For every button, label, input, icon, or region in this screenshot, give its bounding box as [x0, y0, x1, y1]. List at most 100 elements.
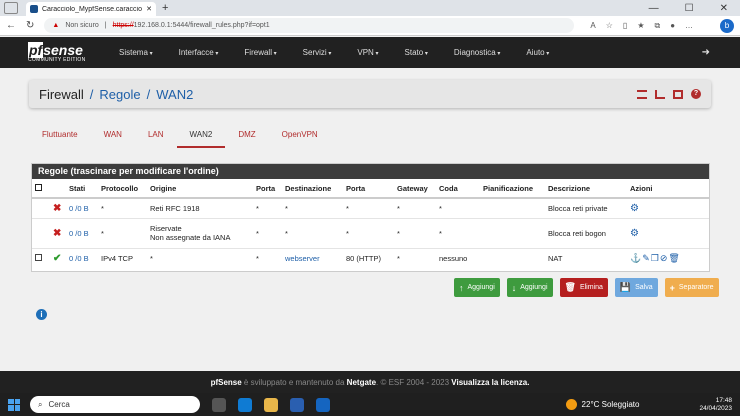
menu-interfacce[interactable]: Interfacce	[166, 48, 232, 57]
col-porta-dst[interactable]: Porta	[343, 179, 394, 199]
gear-icon[interactable]: ⚙	[630, 228, 639, 239]
close-window-icon[interactable]: ✕	[720, 3, 728, 14]
col-descrizione[interactable]: Descrizione	[545, 179, 627, 199]
cell-queue: nessuno	[436, 247, 480, 268]
split-icon[interactable]: ▯	[623, 21, 627, 31]
col-porta-src[interactable]: Porta	[253, 179, 282, 199]
tab-openvpn[interactable]: OpenVPN	[269, 126, 331, 148]
sun-icon	[565, 399, 577, 410]
pass-check-icon[interactable]: ✔	[53, 253, 61, 264]
panel-title: Regole (trascinare per modificare l'ordi…	[32, 164, 709, 179]
menu-sistema[interactable]: Sistema	[106, 48, 166, 57]
help-icon[interactable]: ?	[691, 89, 701, 99]
cell-description: Blocca reti bogon	[545, 217, 627, 248]
separator-button[interactable]: + Separatore	[664, 278, 719, 297]
weather-widget[interactable]: 22°C Soleggiato	[565, 399, 639, 410]
col-azioni: Azioni	[627, 179, 709, 199]
cell-dest: *	[282, 217, 343, 248]
add-top-button[interactable]: ↑ Aggiungi	[454, 278, 500, 297]
url-field[interactable]: ▲ Non sicuro | https://192.168.0.1:5444/…	[44, 18, 575, 33]
collections-icon[interactable]: ⧉	[654, 21, 660, 31]
menu-diagnostica[interactable]: Diagnostica	[441, 48, 514, 57]
log-table-icon[interactable]	[673, 89, 683, 99]
browser-tab[interactable]: Caracciolo_MypfSense.caraccio... ✕	[26, 2, 156, 16]
read-aloud-icon[interactable]: A	[590, 21, 595, 31]
more-icon[interactable]: …	[685, 21, 693, 31]
table-row[interactable]: ✖ 0 /0 B * Riservate Non assegnate da IAN…	[32, 217, 709, 248]
col-pianificazione[interactable]: Pianificazione	[480, 179, 545, 199]
menu-stato[interactable]: Stato	[392, 48, 441, 57]
info-icon[interactable]: i	[36, 309, 47, 320]
delete-button[interactable]: 🗑 Elimina	[559, 278, 608, 297]
favorite-icon[interactable]: ☆	[606, 21, 613, 31]
col-protocollo[interactable]: Protocollo	[98, 179, 147, 199]
favorites-icon[interactable]: ★	[637, 21, 644, 31]
cell-states[interactable]: 0 /0 B	[66, 247, 98, 268]
close-tab-icon[interactable]: ✕	[146, 5, 152, 13]
col-destinazione[interactable]: Destinazione	[282, 179, 343, 199]
taskbar-search[interactable]: ⌕ Cerca	[30, 396, 200, 413]
taskbar-clock[interactable]: 17:48 24/04/2023	[699, 397, 732, 413]
footer-netgate-link[interactable]: Netgate	[347, 378, 376, 387]
gear-icon[interactable]: ⚙	[630, 203, 639, 214]
logout-icon[interactable]: ➜	[702, 47, 710, 58]
url-path: 192.168.0.1:5444/firewall_rules.php?if=o…	[133, 22, 270, 29]
tab-wan[interactable]: WAN	[91, 126, 135, 148]
store-icon[interactable]	[290, 397, 304, 412]
menu-vpn[interactable]: VPN	[344, 48, 391, 57]
cell-states[interactable]: 0 /0 B	[66, 217, 98, 248]
tab-wan2[interactable]: WAN2	[176, 126, 226, 148]
profile-icon[interactable]: ●	[670, 21, 675, 31]
back-icon[interactable]: ←	[6, 20, 16, 31]
tab-dmz[interactable]: DMZ	[225, 126, 268, 148]
add-bottom-button[interactable]: ↓ Aggiungi	[506, 278, 553, 297]
menu-servizi[interactable]: Servizi	[290, 48, 345, 57]
col-stati[interactable]: Stati	[66, 179, 98, 199]
row-checkbox[interactable]	[35, 253, 42, 261]
col-coda[interactable]: Coda	[436, 179, 480, 199]
task-view-icon[interactable]	[212, 397, 226, 412]
file-explorer-icon[interactable]	[264, 397, 278, 412]
cell-states[interactable]: 0 /0 B	[66, 197, 98, 218]
edit-pencil-icon[interactable]: ✎	[642, 253, 651, 263]
tab-actions-icon[interactable]	[4, 2, 18, 14]
cell-source: Reti RFC 1918	[147, 197, 253, 218]
anchor-icon[interactable]: ⚓	[630, 253, 642, 263]
breadcrumb-regole[interactable]: Regole	[99, 87, 140, 102]
delete-trash-icon[interactable]: 🗑	[668, 253, 680, 263]
copy-icon[interactable]: ❐	[651, 253, 660, 263]
cell-description: Blocca reti private	[545, 197, 627, 218]
nav-menu: Sistema Interfacce Firewall Servizi VPN …	[106, 48, 562, 57]
pfsense-logo[interactable]: pfsense COMMUNITY EDITION	[0, 42, 92, 63]
maximize-icon[interactable]: ☐	[685, 3, 694, 14]
settings-sliders-icon[interactable]	[637, 89, 647, 99]
save-button[interactable]: 💾 Salva	[614, 278, 658, 297]
cell-dest[interactable]: webserver	[282, 247, 343, 268]
mail-icon[interactable]	[316, 397, 330, 412]
start-icon[interactable]	[8, 398, 20, 411]
cell-gateway: *	[394, 247, 436, 268]
minimize-icon[interactable]: —	[649, 3, 659, 14]
windows-taskbar: ⌕ Cerca 22°C Soleggiato 17:48 24/04/2023	[0, 393, 740, 416]
cell-protocol: IPv4 TCP	[98, 247, 147, 268]
cell-schedule	[480, 197, 545, 218]
edge-icon[interactable]	[238, 397, 252, 412]
cell-protocol: *	[98, 197, 147, 218]
bing-icon[interactable]: b	[720, 18, 734, 33]
footer-license-link[interactable]: Visualizza la licenza.	[451, 378, 529, 387]
menu-firewall[interactable]: Firewall	[231, 48, 289, 57]
chart-icon[interactable]	[655, 89, 665, 99]
new-tab-button[interactable]: +	[162, 2, 168, 14]
col-gateway[interactable]: Gateway	[394, 179, 436, 199]
tab-lan[interactable]: LAN	[135, 126, 177, 148]
table-row[interactable]: ✔ 0 /0 B IPv4 TCP * * webserver 80 (HTTP…	[32, 247, 709, 268]
reload-icon[interactable]: ↻	[26, 20, 34, 31]
menu-aiuto[interactable]: Aiuto	[513, 48, 562, 57]
select-all-checkbox[interactable]	[35, 183, 42, 191]
col-origine[interactable]: Origine	[147, 179, 253, 199]
cell-gateway: *	[394, 217, 436, 248]
breadcrumb-wan2[interactable]: WAN2	[156, 87, 193, 102]
interface-tabs: Fluttuante WAN LAN WAN2 DMZ OpenVPN	[29, 126, 331, 148]
tab-fluttuante[interactable]: Fluttuante	[29, 126, 91, 148]
table-row[interactable]: ✖ 0 /0 B * Reti RFC 1918 * * * * * Blocc…	[32, 197, 709, 218]
